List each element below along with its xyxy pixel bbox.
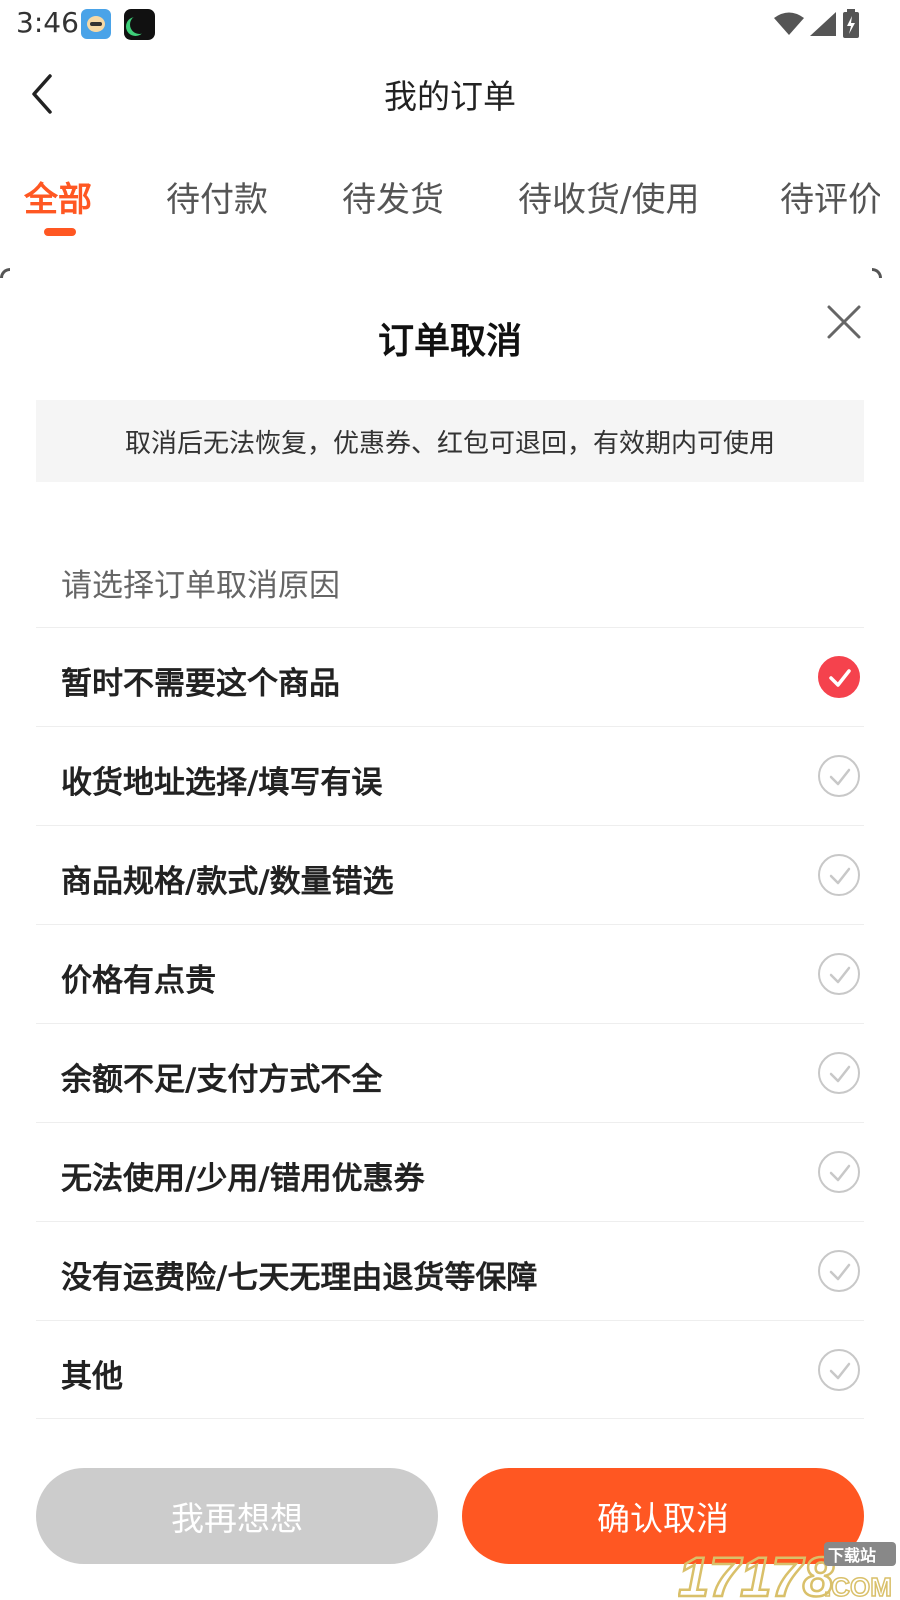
tab-all[interactable]: 全部: [24, 172, 92, 221]
check-icon: [829, 1263, 851, 1281]
battery-charging-icon: [843, 9, 859, 38]
reason-radio[interactable]: [818, 1349, 860, 1391]
app-avatar-icon: [81, 9, 111, 39]
reason-item[interactable]: 商品规格/款式/数量错选: [36, 825, 864, 924]
tab-pending-receipt[interactable]: 待收货/使用: [518, 172, 699, 221]
cancel-notice: 取消后无法恢复，优惠券、红包可退回，有效期内可使用: [36, 400, 864, 482]
close-button[interactable]: [826, 304, 862, 340]
reason-item[interactable]: 没有运费险/七天无理由退货等保障: [36, 1221, 864, 1320]
check-icon: [829, 669, 851, 687]
reason-list: 暂时不需要这个商品 收货地址选择/填写有误 商品规格/款式/数量错选 价格有点贵…: [36, 627, 864, 1419]
app-moon-icon: [124, 9, 155, 40]
sheet-corner-right: [872, 268, 882, 278]
check-icon: [829, 1362, 851, 1380]
check-icon: [829, 966, 851, 984]
reason-radio[interactable]: [818, 854, 860, 896]
check-icon: [829, 1164, 851, 1182]
status-time: 3:46: [16, 6, 79, 39]
check-icon: [829, 1065, 851, 1083]
sheet-title: 订单取消: [377, 321, 522, 362]
reason-label: 收货地址选择/填写有误: [61, 765, 383, 801]
status-icons: [774, 8, 860, 40]
reason-radio[interactable]: [818, 953, 860, 995]
reason-header: 请选择订单取消原因: [61, 568, 340, 604]
reason-label: 暂时不需要这个商品: [61, 666, 340, 702]
reason-radio-checked[interactable]: [818, 656, 860, 698]
sheet-corner-left: [0, 268, 10, 278]
check-icon: [829, 768, 851, 786]
reason-label: 价格有点贵: [61, 963, 216, 999]
close-icon: [827, 305, 861, 339]
reason-item[interactable]: 无法使用/少用/错用优惠券: [36, 1122, 864, 1221]
reason-radio[interactable]: [818, 755, 860, 797]
reason-label: 没有运费险/七天无理由退货等保障: [61, 1260, 538, 1296]
tab-pending-shipment[interactable]: 待发货: [342, 172, 444, 221]
reconsider-button[interactable]: 我再想想: [36, 1468, 438, 1564]
status-bar: 3:46: [0, 0, 900, 48]
watermark-suffix: .COM: [824, 1572, 892, 1600]
page-title: 我的订单: [384, 77, 516, 116]
reason-item[interactable]: 价格有点贵: [36, 924, 864, 1023]
watermark-number: 17178: [678, 1545, 835, 1600]
reason-radio[interactable]: [818, 1250, 860, 1292]
tab-pending-payment[interactable]: 待付款: [166, 172, 268, 221]
order-tabs: 全部 待付款 待发货 待收货/使用 待评价: [0, 160, 880, 240]
watermark-top-text: 下载站: [828, 1546, 876, 1565]
active-tab-indicator: [44, 228, 76, 236]
tab-pending-review[interactable]: 待评价: [780, 172, 880, 221]
reason-item[interactable]: 余额不足/支付方式不全: [36, 1023, 864, 1122]
reason-label: 商品规格/款式/数量错选: [61, 864, 394, 900]
reason-item[interactable]: 其他: [36, 1320, 864, 1419]
reason-radio[interactable]: [818, 1052, 860, 1094]
reason-item[interactable]: 收货地址选择/填写有误: [36, 726, 864, 825]
cell-signal-icon: [810, 12, 836, 36]
site-watermark-logo: 17178 下载站 .COM: [678, 1542, 896, 1600]
reason-label: 无法使用/少用/错用优惠券: [61, 1161, 425, 1197]
reason-radio[interactable]: [818, 1151, 860, 1193]
wifi-icon: [774, 12, 804, 35]
reason-item[interactable]: 暂时不需要这个商品: [36, 627, 864, 726]
reason-label: 其他: [61, 1359, 123, 1395]
reason-label: 余额不足/支付方式不全: [61, 1062, 383, 1098]
check-icon: [829, 867, 851, 885]
